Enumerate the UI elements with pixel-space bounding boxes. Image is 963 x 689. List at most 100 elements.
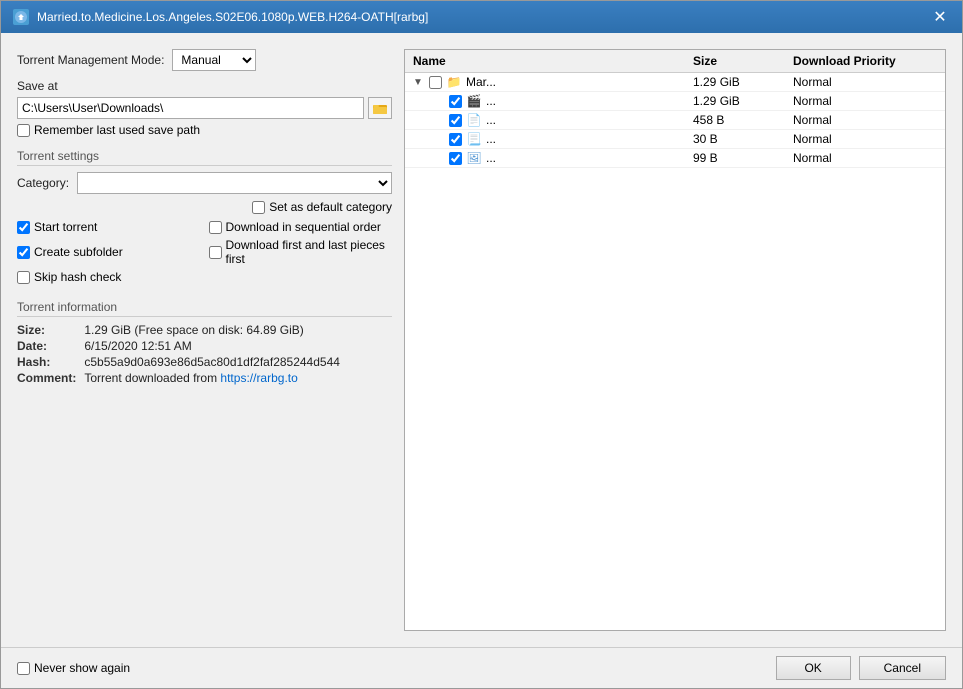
file-name: ... xyxy=(486,94,496,108)
skip-hash-row: Skip hash check xyxy=(17,270,201,284)
remember-path-checkbox[interactable] xyxy=(17,124,30,137)
comment-text: Torrent downloaded from xyxy=(84,371,220,385)
create-subfolder-label: Create subfolder xyxy=(34,245,123,259)
table-row[interactable]: 🖼 ... 99 B Normal xyxy=(405,149,945,168)
title-bar: Married.to.Medicine.Los.Angeles.S02E06.1… xyxy=(1,1,962,33)
category-row: Category: xyxy=(17,172,392,194)
remember-path-label: Remember last used save path xyxy=(34,123,200,137)
set-default-checkbox-row: Set as default category xyxy=(252,200,392,214)
file-tree-header: Name Size Download Priority xyxy=(405,50,945,73)
ok-button[interactable]: OK xyxy=(776,656,851,680)
table-row[interactable]: 📄 ... 458 B Normal xyxy=(405,111,945,130)
hash-label: Hash: xyxy=(17,355,76,369)
file-name: Mar... xyxy=(466,75,496,89)
category-label: Category: xyxy=(17,176,69,190)
file-size: 99 B xyxy=(693,151,793,165)
dialog-title: Married.to.Medicine.Los.Angeles.S02E06.1… xyxy=(37,10,428,24)
file-name-cell: ▼ 📁 Mar... xyxy=(413,75,693,89)
create-subfolder-checkbox[interactable] xyxy=(17,246,30,259)
img-icon: 🖼 xyxy=(466,151,482,165)
never-show-label: Never show again xyxy=(34,661,130,675)
dialog-window: Married.to.Medicine.Los.Angeles.S02E06.1… xyxy=(0,0,963,689)
expand-icon[interactable]: ▼ xyxy=(413,77,425,88)
col-name-header: Name xyxy=(413,54,693,68)
sequential-download-row: Download in sequential order xyxy=(209,220,393,234)
size-value: 1.29 GiB (Free space on disk: 64.89 GiB) xyxy=(84,323,392,337)
size-label: Size: xyxy=(17,323,76,337)
comment-link[interactable]: https://rarbg.to xyxy=(220,371,297,385)
torrent-management-label: Torrent Management Mode: xyxy=(17,53,164,67)
title-bar-left: Married.to.Medicine.Los.Angeles.S02E06.1… xyxy=(13,9,428,25)
sequential-download-label: Download in sequential order xyxy=(226,220,381,234)
footer-left: Never show again xyxy=(17,661,130,675)
file-size: 458 B xyxy=(693,113,793,127)
first-last-pieces-label: Download first and last pieces first xyxy=(226,238,393,266)
file-priority: Normal xyxy=(793,75,933,89)
folder-icon: 📁 xyxy=(446,75,462,89)
footer-right: OK Cancel xyxy=(776,656,946,680)
browse-folder-button[interactable] xyxy=(368,97,392,119)
cancel-button[interactable]: Cancel xyxy=(859,656,946,680)
file-priority: Normal xyxy=(793,113,933,127)
sequential-download-checkbox[interactable] xyxy=(209,221,222,234)
file-name: ... xyxy=(486,113,496,127)
torrent-settings-header: Torrent settings xyxy=(17,149,392,166)
close-button[interactable]: ✕ xyxy=(930,7,950,27)
table-row[interactable]: ▼ 📁 Mar... 1.29 GiB Normal xyxy=(405,73,945,92)
file-checkbox[interactable] xyxy=(449,152,462,165)
file-priority: Normal xyxy=(793,151,933,165)
hash-value: c5b55a9d0a693e86d5ac80d1df2faf285244d544 xyxy=(84,355,392,369)
dialog-footer: Never show again OK Cancel xyxy=(1,647,962,688)
set-default-checkbox[interactable] xyxy=(252,201,265,214)
file-size: 1.29 GiB xyxy=(693,94,793,108)
file-name-cell: 🎬 ... xyxy=(413,94,693,108)
file-name: ... xyxy=(486,132,496,146)
file-checkbox[interactable] xyxy=(449,133,462,146)
file-name-cell: 📃 ... xyxy=(413,132,693,146)
comment-value: Torrent downloaded from https://rarbg.to xyxy=(84,371,392,385)
video-icon: 🎬 xyxy=(466,94,482,108)
date-value: 6/15/2020 12:51 AM xyxy=(84,339,392,353)
file-name-cell: 📄 ... xyxy=(413,113,693,127)
date-label: Date: xyxy=(17,339,76,353)
info-table: Size: 1.29 GiB (Free space on disk: 64.8… xyxy=(17,323,392,385)
first-last-pieces-checkbox[interactable] xyxy=(209,246,222,259)
file-checkbox[interactable] xyxy=(449,114,462,127)
category-select[interactable] xyxy=(77,172,392,194)
file-size: 1.29 GiB xyxy=(693,75,793,89)
file-checkbox[interactable] xyxy=(449,95,462,108)
torrent-info-section: Torrent information Size: 1.29 GiB (Free… xyxy=(17,296,392,385)
set-default-row: Set as default category xyxy=(17,200,392,214)
file-name: ... xyxy=(486,151,496,165)
first-last-pieces-row: Download first and last pieces first xyxy=(209,238,393,266)
checkboxes-grid: Start torrent Download in sequential ord… xyxy=(17,220,392,284)
torrent-info-header: Torrent information xyxy=(17,300,392,317)
torrent-management-select[interactable]: Manual Automatic xyxy=(172,49,256,71)
save-path-input[interactable] xyxy=(17,97,364,119)
torrent-settings-section: Torrent settings Category: Set as defaul… xyxy=(17,145,392,284)
table-row[interactable]: 🎬 ... 1.29 GiB Normal xyxy=(405,92,945,111)
col-priority-header: Download Priority xyxy=(793,54,933,68)
save-at-label: Save at xyxy=(17,79,392,93)
file-priority: Normal xyxy=(793,132,933,146)
save-at-row xyxy=(17,97,392,119)
skip-hash-label: Skip hash check xyxy=(34,270,121,284)
skip-hash-checkbox[interactable] xyxy=(17,271,30,284)
start-torrent-label: Start torrent xyxy=(34,220,97,234)
file-name-cell: 🖼 ... xyxy=(413,151,693,165)
file-size: 30 B xyxy=(693,132,793,146)
start-torrent-checkbox[interactable] xyxy=(17,221,30,234)
save-at-section: Save at Remember last used save path xyxy=(17,79,392,137)
nfo-icon: 📄 xyxy=(466,113,482,127)
never-show-checkbox[interactable] xyxy=(17,662,30,675)
comment-label: Comment: xyxy=(17,371,76,385)
torrent-management-row: Torrent Management Mode: Manual Automati… xyxy=(17,49,392,71)
app-icon xyxy=(13,9,29,25)
left-panel: Torrent Management Mode: Manual Automati… xyxy=(17,49,392,631)
category-input-row: Category: xyxy=(17,172,392,194)
table-row[interactable]: 📃 ... 30 B Normal xyxy=(405,130,945,149)
create-subfolder-row: Create subfolder xyxy=(17,238,201,266)
dialog-content: Torrent Management Mode: Manual Automati… xyxy=(1,33,962,647)
file-checkbox[interactable] xyxy=(429,76,442,89)
txt-icon: 📃 xyxy=(466,132,482,146)
